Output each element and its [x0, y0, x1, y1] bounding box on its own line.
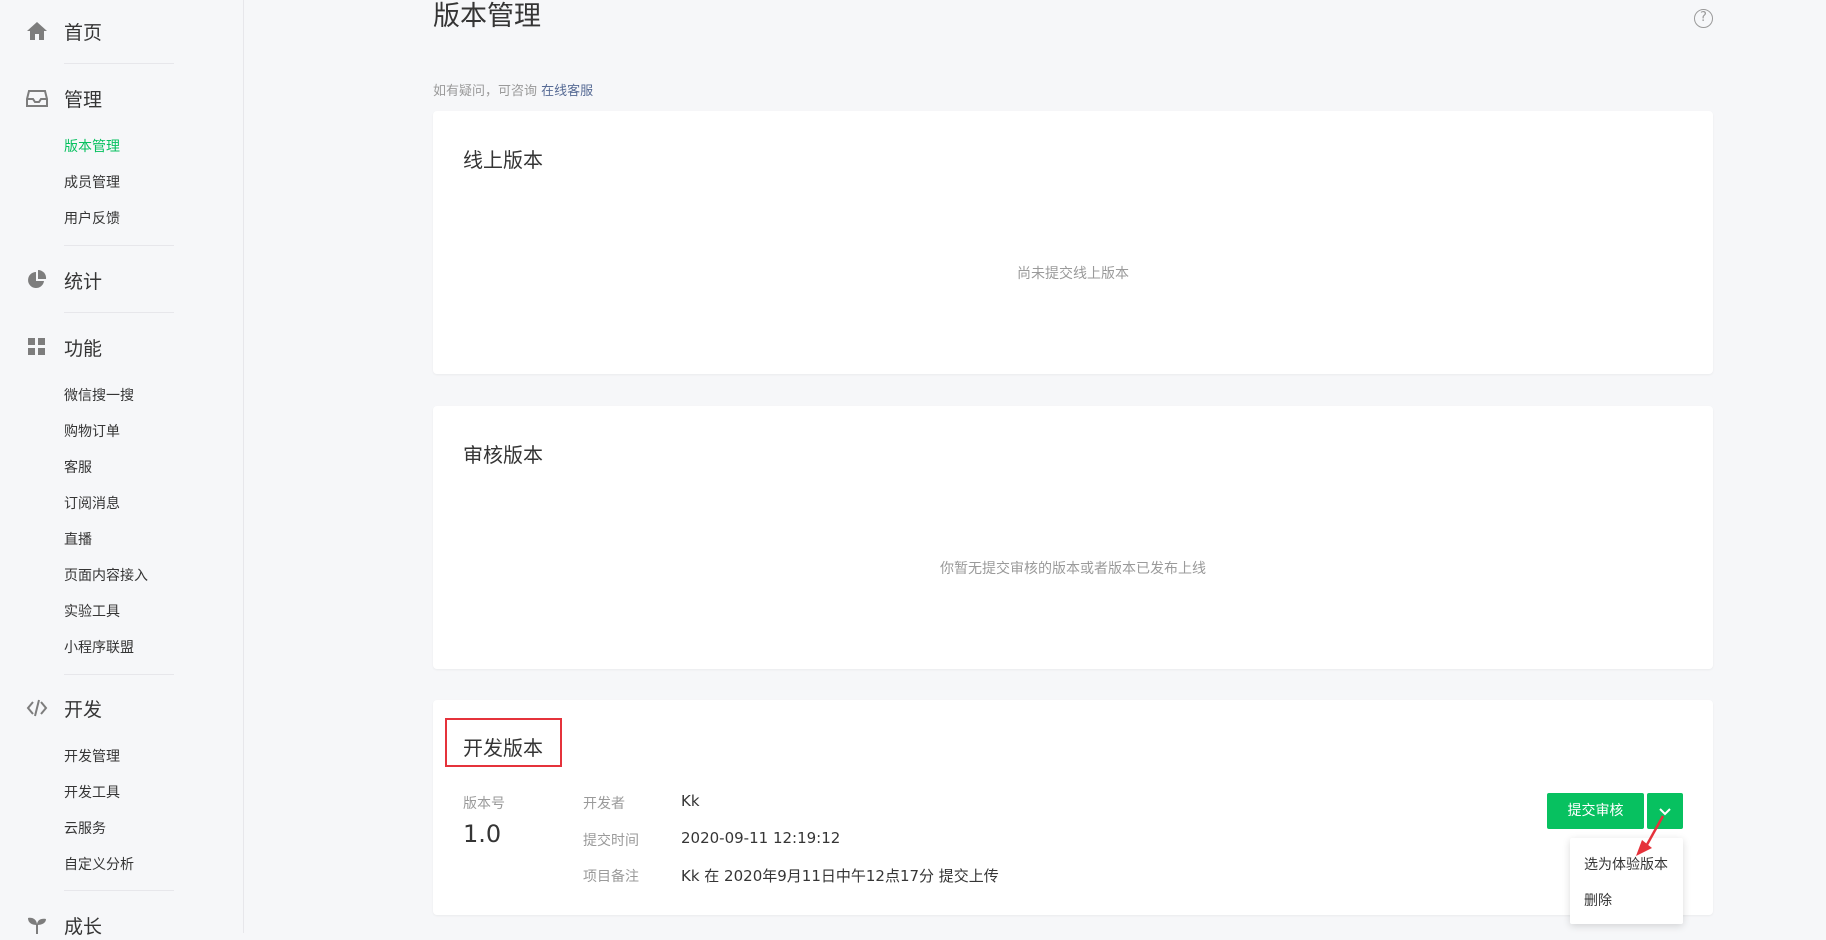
- submit-time-label: 提交时间: [583, 833, 639, 849]
- help-icon[interactable]: ?: [1694, 9, 1713, 28]
- pie-chart-icon: [26, 269, 48, 291]
- nav-growth[interactable]: 成长: [0, 910, 244, 940]
- sidebar-item-subscribe-messages[interactable]: 订阅消息: [64, 494, 120, 514]
- inbox-icon: [26, 87, 48, 109]
- online-version-empty: 尚未提交线上版本: [1017, 266, 1129, 282]
- developer-label: 开发者: [583, 796, 625, 812]
- nav-dev[interactable]: 开发: [0, 693, 244, 723]
- delete-item[interactable]: 删除: [1584, 890, 1612, 910]
- help-hint: 如有疑问，可咨询 在线客服: [433, 80, 593, 99]
- nav-home[interactable]: 首页: [0, 16, 244, 46]
- sidebar-item-cloud-service[interactable]: 云服务: [64, 819, 106, 839]
- project-note-value: Kk 在 2020年9月11日中午12点17分 提交上传: [681, 867, 999, 885]
- review-version-title: 审核版本: [463, 443, 543, 467]
- online-version-card: 线上版本 尚未提交线上版本: [433, 111, 1713, 374]
- sidebar-item-shopping-orders[interactable]: 购物订单: [64, 422, 120, 442]
- sidebar-item-member-manage[interactable]: 成员管理: [64, 173, 120, 193]
- divider: [64, 674, 174, 675]
- developer-value: Kk: [681, 792, 700, 810]
- dev-version-card: 开发版本 版本号 1.0 开发者 Kk 提交时间 2020-09-11 12:1…: [433, 700, 1713, 915]
- code-icon: [26, 697, 48, 719]
- sidebar-item-live[interactable]: 直播: [64, 530, 92, 550]
- nav-stats[interactable]: 统计: [0, 265, 244, 295]
- version-number-label: 版本号: [463, 796, 505, 812]
- project-note-label: 项目备注: [583, 869, 639, 885]
- nav-dev-label: 开发: [64, 698, 103, 721]
- submit-time-value: 2020-09-11 12:19:12: [681, 829, 841, 847]
- nav-stats-label: 统计: [64, 270, 103, 293]
- sidebar-item-dev-manage[interactable]: 开发管理: [64, 747, 120, 767]
- divider: [64, 63, 174, 64]
- online-service-link[interactable]: 在线客服: [541, 84, 593, 99]
- sidebar-item-version-manage[interactable]: 版本管理: [64, 137, 120, 157]
- online-version-title: 线上版本: [463, 148, 543, 172]
- sidebar-item-custom-analysis[interactable]: 自定义分析: [64, 855, 134, 875]
- annotation-arrow: [1636, 815, 1665, 856]
- sidebar-item-user-feedback[interactable]: 用户反馈: [64, 209, 120, 229]
- sidebar-item-page-content[interactable]: 页面内容接入: [64, 566, 148, 586]
- nav-manage-label: 管理: [64, 88, 103, 111]
- divider: [64, 890, 174, 891]
- divider: [64, 245, 174, 246]
- nav-features-label: 功能: [64, 337, 103, 360]
- version-number-value: 1.0: [463, 820, 502, 848]
- page-title: 版本管理: [433, 1, 541, 32]
- sidebar-item-experiment-tools[interactable]: 实验工具: [64, 602, 120, 622]
- sidebar-item-mini-program-alliance[interactable]: 小程序联盟: [64, 638, 134, 658]
- review-version-card: 审核版本 你暂无提交审核的版本或者版本已发布上线: [433, 406, 1713, 669]
- sidebar-item-customer-service[interactable]: 客服: [64, 458, 92, 478]
- grid-icon: [26, 336, 48, 358]
- hint-text: 如有疑问，可咨询: [433, 84, 538, 99]
- dev-version-title: 开发版本: [463, 736, 543, 760]
- review-version-empty: 你暂无提交审核的版本或者版本已发布上线: [940, 561, 1206, 577]
- nav-home-label: 首页: [64, 21, 103, 44]
- nav-growth-label: 成长: [64, 915, 103, 938]
- nav-features[interactable]: 功能: [0, 332, 244, 362]
- sidebar-item-dev-tools[interactable]: 开发工具: [64, 783, 120, 803]
- nav-manage[interactable]: 管理: [0, 83, 244, 113]
- sidebar: 首页 管理 版本管理 成员管理 用户反馈 统计 功能 微信搜一搜 购物订单 客服…: [0, 0, 244, 938]
- home-icon: [26, 20, 48, 42]
- sidebar-item-wechat-search[interactable]: 微信搜一搜: [64, 386, 134, 406]
- divider: [64, 312, 174, 313]
